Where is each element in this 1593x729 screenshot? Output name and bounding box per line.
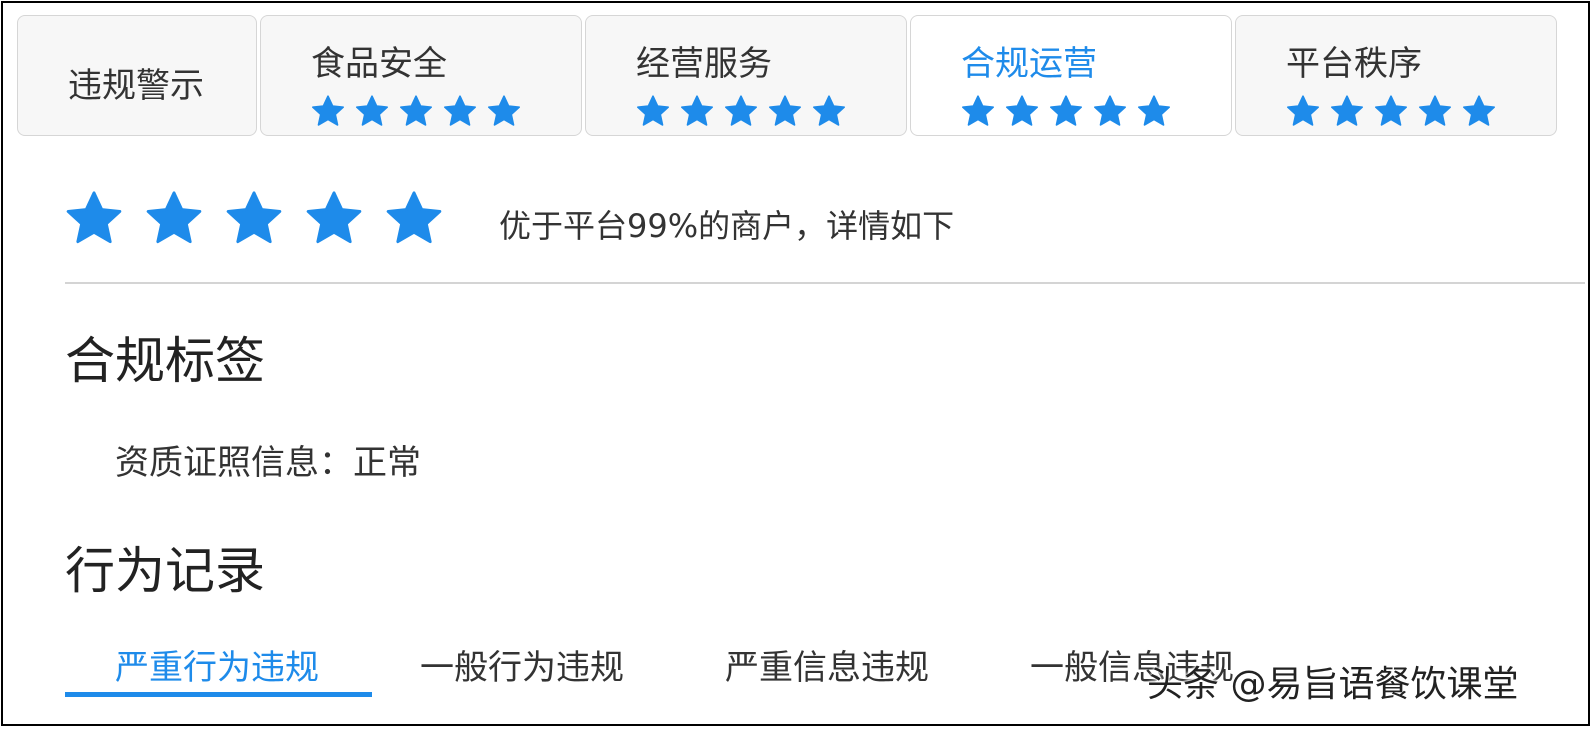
tab-platform-order[interactable]: 平台秩序 xyxy=(1235,15,1557,136)
rating-summary-text: 优于平台99%的商户，详情如下 xyxy=(499,207,955,245)
overall-rating-stars xyxy=(65,189,443,247)
star-icon xyxy=(1093,95,1127,126)
tab-rating-stars xyxy=(1286,94,1496,128)
tab-label: 平台秩序 xyxy=(1286,44,1422,84)
star-icon xyxy=(961,95,995,126)
star-icon xyxy=(1462,95,1496,126)
star-icon xyxy=(146,191,202,244)
tab-rating-stars xyxy=(961,94,1171,128)
star-icon xyxy=(386,191,442,244)
tab-general-behavior-violation[interactable]: 一般行为违规 xyxy=(420,640,624,689)
star-icon xyxy=(66,191,122,244)
star-icon xyxy=(311,95,345,126)
tab-label: 经营服务 xyxy=(636,44,772,84)
tab-food-safety[interactable]: 食品安全 xyxy=(260,15,582,136)
qualification-status: 资质证照信息：正常 xyxy=(115,443,421,483)
tab-violation-warning[interactable]: 违规警示 xyxy=(17,15,257,136)
page-frame: 违规警示 食品安全 经营服务 合规运营 平台秩序 优于平台99%的商户，详情如下… xyxy=(1,1,1590,726)
watermark: 头条 @易旨语餐饮课堂 xyxy=(1147,664,1519,705)
star-icon xyxy=(306,191,362,244)
star-icon xyxy=(1137,95,1171,126)
star-icon xyxy=(812,95,846,126)
star-icon xyxy=(1049,95,1083,126)
active-tab-underline xyxy=(65,692,372,697)
records-section-title: 行为记录 xyxy=(65,542,265,600)
rating-summary: 优于平台99%的商户，详情如下 xyxy=(65,189,1565,249)
star-icon xyxy=(399,95,433,126)
tab-serious-behavior-violation[interactable]: 严重行为违规 xyxy=(115,640,319,689)
star-icon xyxy=(226,191,282,244)
tab-rating-stars xyxy=(311,94,521,128)
tab-compliance-operation[interactable]: 合规运营 xyxy=(910,15,1232,136)
star-icon xyxy=(636,95,670,126)
star-icon xyxy=(1286,95,1320,126)
star-icon xyxy=(1418,95,1452,126)
compliance-section-title: 合规标签 xyxy=(65,332,265,390)
tab-label: 食品安全 xyxy=(311,44,447,84)
star-icon xyxy=(1330,95,1364,126)
star-icon xyxy=(1005,95,1039,126)
star-icon xyxy=(724,95,758,126)
star-icon xyxy=(355,95,389,126)
divider xyxy=(65,282,1585,284)
tab-serious-info-violation[interactable]: 严重信息违规 xyxy=(725,640,929,689)
tab-label: 违规警示 xyxy=(68,66,204,106)
category-tabs: 违规警示 食品安全 经营服务 合规运营 平台秩序 xyxy=(17,15,1577,138)
star-icon xyxy=(487,95,521,126)
star-icon xyxy=(443,95,477,126)
star-icon xyxy=(680,95,714,126)
tab-rating-stars xyxy=(636,94,846,128)
tab-label: 合规运营 xyxy=(961,44,1097,84)
star-icon xyxy=(1374,95,1408,126)
tab-business-service[interactable]: 经营服务 xyxy=(585,15,907,136)
star-icon xyxy=(768,95,802,126)
